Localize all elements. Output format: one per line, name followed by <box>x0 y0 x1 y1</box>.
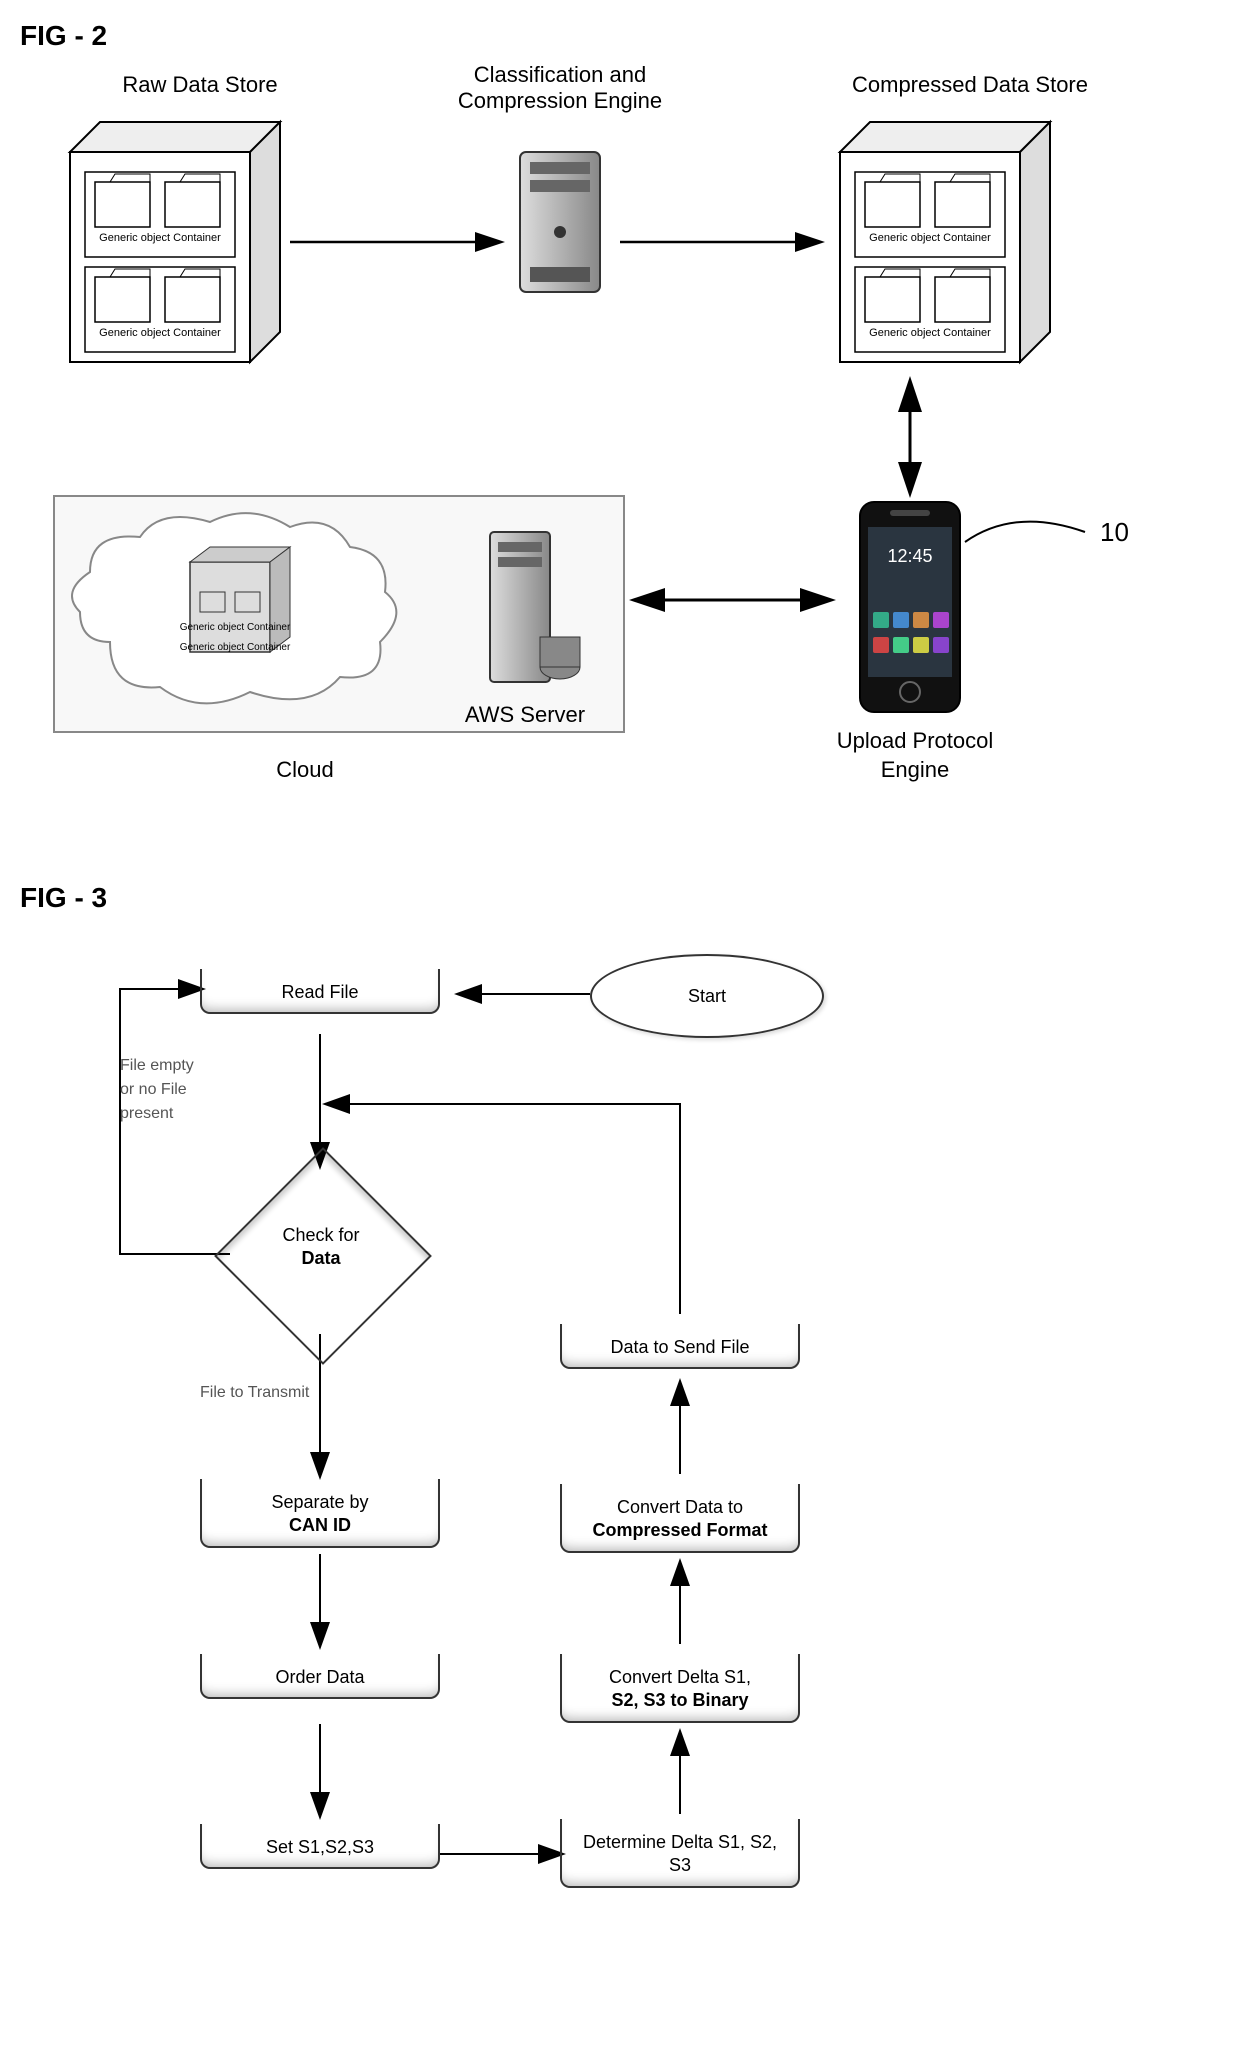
fig3-title: FIG - 3 <box>20 882 1220 914</box>
top-arrows <box>60 212 1160 272</box>
cloud-label: Cloud <box>230 757 380 783</box>
set-s-box: Set S1,S2,S3 <box>200 1824 440 1869</box>
data-send-box: Data to Send File <box>560 1324 800 1369</box>
convert-binary-box: Convert Delta S1,S2, S3 to Binary <box>560 1654 800 1723</box>
file-transmit-note: File to Transmit <box>200 1384 309 1402</box>
fig3-diagram: Start Read File File empty or no File pr… <box>20 934 1220 2034</box>
mid-arrows <box>580 342 1180 842</box>
fig2-title: FIG - 2 <box>20 20 1220 52</box>
convert-compressed-box: Convert Data toCompressed Format <box>560 1484 800 1553</box>
read-file-box: Read File <box>200 969 440 1014</box>
cloud-container-label-1: Generic object Container <box>170 622 300 633</box>
compressed-store-label: Compressed Data Store <box>830 72 1110 98</box>
start-node: Start <box>590 954 824 1038</box>
fig2-diagram: Raw Data Store Classification and Compre… <box>20 62 1220 882</box>
order-data-box: Order Data <box>200 1654 440 1699</box>
file-empty-note: File empty or no File present <box>120 1054 200 1126</box>
cloud-container-label-2: Generic object Container <box>170 642 300 653</box>
container-label-4: Generic object Container <box>845 327 1015 339</box>
separate-box: Separate byCAN ID <box>200 1479 440 1548</box>
container-label-2: Generic object Container <box>75 327 245 339</box>
determine-delta-box: Determine Delta S1, S2, S3 <box>560 1819 800 1888</box>
raw-data-store-label: Raw Data Store <box>100 72 300 98</box>
aws-server-label: AWS Server <box>450 702 600 728</box>
class-engine-label: Classification and Compression Engine <box>430 62 690 114</box>
check-data-text: Check forData <box>246 1224 396 1271</box>
